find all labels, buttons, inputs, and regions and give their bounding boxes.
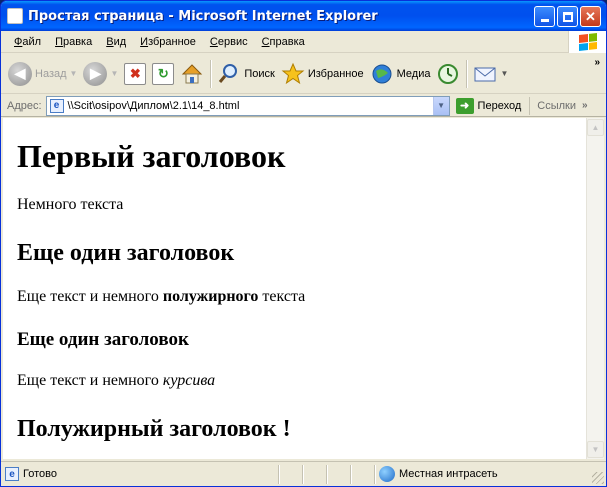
history-button[interactable] [433,57,463,91]
address-dropdown-icon[interactable]: ▼ [432,96,449,115]
stop-icon: ✖ [124,62,147,85]
back-dropdown-icon[interactable]: ▼ [70,69,78,78]
address-url[interactable]: \\Scit\osipov\Диплом\2.1\14_8.html [68,100,240,112]
status-pane [351,464,375,484]
heading-another-small: Еще один заголовок [17,329,189,350]
page-content: Первый заголовок Немного текста Еще один… [3,118,586,459]
ie-page-icon [7,8,23,24]
mail-button[interactable]: ▼ [470,57,511,91]
toolbar-overflow-chevron-icon[interactable]: » [594,57,600,68]
status-pane [303,464,327,484]
home-icon [182,63,203,83]
page-done-icon: e [5,467,19,481]
menu-favorites[interactable]: Избранное [133,36,203,48]
bold-word: полужирного [162,288,259,305]
toolbar-separator [210,59,212,88]
heading-first: Первый заголовок [17,138,286,174]
mail-dropdown-icon[interactable]: ▼ [500,69,508,78]
italic-word: курсива [162,372,216,389]
window-controls: ✕ [534,6,601,27]
back-arrow-icon: ◀ [8,61,32,86]
favorites-star-icon [281,62,305,84]
security-zone: Местная интрасеть [375,465,606,484]
go-label: Переход [477,99,522,112]
paragraph-some-text: Немного текста [17,196,124,213]
go-arrow-icon: ➜ [455,97,474,114]
history-icon [438,63,459,84]
windows-logo [568,31,606,53]
favorites-label: Избранное [307,67,364,80]
menu-bar: Файл Правка Вид Избранное Сервис Справка [1,31,606,53]
search-button[interactable]: Поиск [214,57,277,91]
paragraph-bold-prefix: Еще текст и немного [17,288,163,305]
close-icon: ✕ [585,9,596,24]
status-bar: e Готово Местная интрасеть [1,461,606,486]
stop-button[interactable]: ✖ [121,57,149,91]
status-pane [327,464,351,484]
paragraph-italic-prefix: Еще текст и немного [17,372,163,389]
media-button[interactable]: Медиа [367,57,434,91]
status-pane [279,464,303,484]
intranet-globe-icon [379,466,395,482]
forward-dropdown-icon[interactable]: ▼ [110,69,118,78]
close-button[interactable]: ✕ [580,6,601,27]
window-title: Простая страница - Microsoft Internet Ex… [28,8,378,24]
menu-file[interactable]: Файл [7,36,48,48]
refresh-icon: ↻ [152,62,175,85]
menu-view[interactable]: Вид [99,36,133,48]
resize-grip-icon[interactable] [592,472,604,484]
links-label: Ссылки [537,99,576,112]
back-button[interactable]: ◀ Назад ▼ [5,57,80,91]
title-bar[interactable]: Простая страница - Microsoft Internet Ex… [1,1,606,31]
search-icon [219,63,238,83]
paragraph-bold-text: Еще текст и немного полужирного текста [17,286,572,308]
home-button[interactable] [177,57,207,91]
refresh-button[interactable]: ↻ [149,57,177,91]
windows-flag-icon [578,33,597,51]
scroll-down-icon[interactable]: ▼ [587,441,604,458]
heading-bold: Полужирный заголовок ! [17,416,291,442]
minimize-button[interactable] [534,6,555,27]
media-label: Медиа [396,67,431,80]
heading-another: Еще один заголовок [17,240,235,266]
forward-arrow-icon: ▶ [83,61,108,86]
menu-help[interactable]: Справка [255,36,312,48]
scroll-up-icon[interactable]: ▲ [587,119,604,136]
menu-tools[interactable]: Сервис [203,36,255,48]
paragraph-bold-suffix: текста [258,288,306,305]
paragraph-italic-text: Еще текст и немного курсива [17,370,572,392]
vertical-scrollbar[interactable]: ▲ ▼ [586,118,604,459]
browser-window: Простая страница - Microsoft Internet Ex… [0,0,607,487]
page-icon: e [49,98,64,113]
menu-edit[interactable]: Правка [48,36,99,48]
links-chevron-icon: » [581,100,588,111]
search-label: Поиск [244,67,275,80]
status-text: Готово [23,468,57,480]
forward-button[interactable]: ▶ ▼ [80,57,121,91]
address-label: Адрес: [7,99,42,112]
standard-toolbar: ◀ Назад ▼ ▶ ▼ ✖ ↻ Поиск Избранное Медиа … [1,54,606,94]
favorites-button[interactable]: Избранное [278,57,367,91]
media-icon [372,64,392,83]
address-bar: Адрес: e \\Scit\osipov\Диплом\2.1\14_8.h… [1,95,606,117]
mail-icon [474,67,496,81]
zone-label: Местная интрасеть [399,468,498,480]
address-input[interactable]: e \\Scit\osipov\Диплом\2.1\14_8.html ▼ [45,95,450,116]
minimize-icon [540,19,549,22]
maximize-button[interactable] [557,6,578,27]
back-label: Назад [35,67,67,80]
go-button[interactable]: ➜ Переход [455,97,522,114]
status-main: e Готово [1,464,279,484]
toolbar-separator [466,59,468,88]
maximize-icon [562,11,573,22]
links-button[interactable]: Ссылки » [529,96,588,115]
